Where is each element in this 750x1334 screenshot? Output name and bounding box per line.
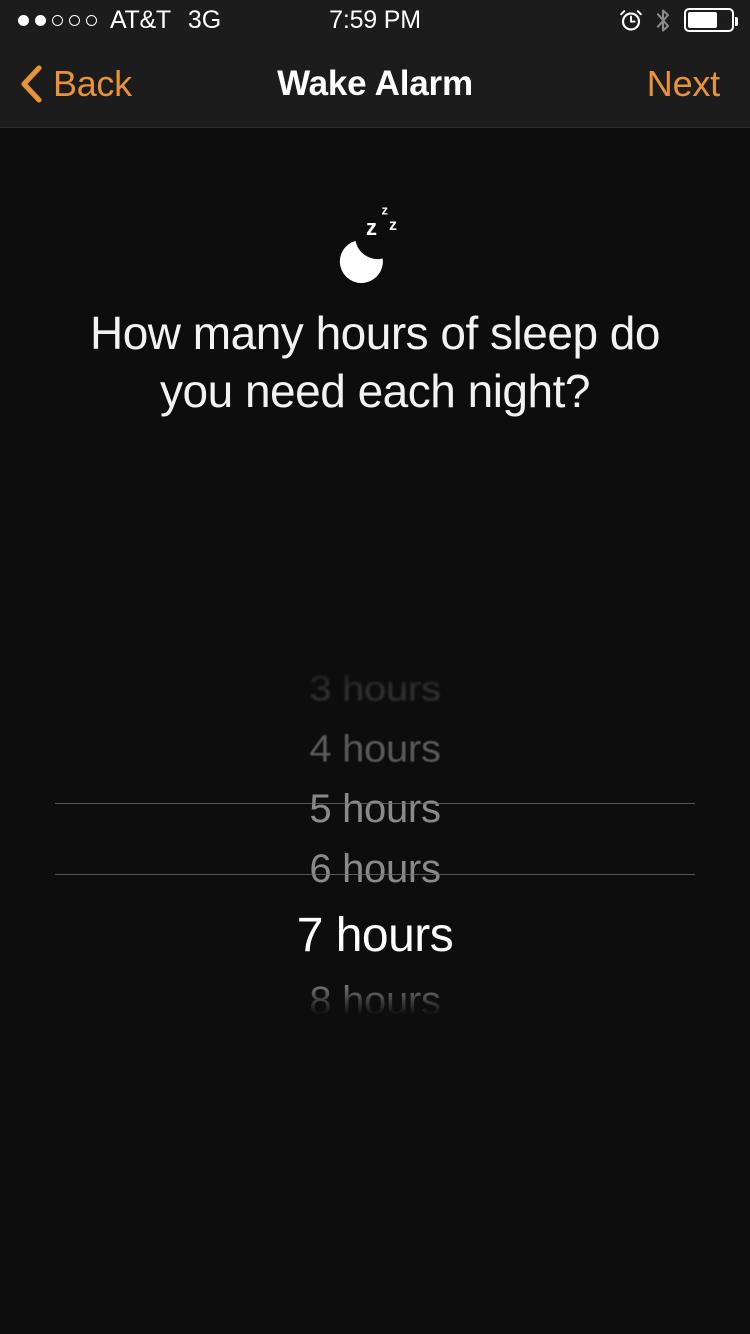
main-content: z z z How many hours of sleep do you nee… (0, 129, 750, 1334)
picker-option[interactable]: 4 hours (0, 721, 750, 778)
page-title: Wake Alarm (277, 64, 473, 103)
sleep-hours-picker[interactable]: 3 hours 4 hours 5 hours 6 hours 7 hours … (0, 645, 750, 1025)
battery-icon (684, 8, 738, 32)
sleep-icon-container: z z z (0, 201, 750, 283)
picker-option-list[interactable]: 3 hours 4 hours 5 hours 6 hours 7 hours … (0, 659, 750, 1025)
svg-text:z: z (366, 215, 377, 240)
picker-option[interactable]: 3 hours (0, 663, 750, 716)
svg-text:z: z (389, 217, 397, 234)
next-button[interactable]: Next (641, 40, 726, 128)
navigation-bar: Back Wake Alarm Next (0, 40, 750, 128)
bluetooth-icon (656, 8, 670, 32)
picker-option[interactable]: 6 hours (0, 839, 750, 899)
status-bar-right (620, 8, 738, 33)
picker-selection-line-bottom (55, 874, 695, 875)
battery-level-fill (688, 12, 717, 28)
question-heading: How many hours of sleep do you need each… (90, 307, 660, 417)
picker-option[interactable]: 5 hours (0, 779, 750, 839)
moon-zzz-sleep-icon: z z z (339, 203, 397, 283)
status-bar: AT&T 3G 7:59 PM (0, 0, 750, 40)
svg-text:z: z (382, 203, 389, 218)
picker-option-selected[interactable]: 7 hours (0, 899, 750, 971)
alarm-clock-icon (620, 10, 642, 31)
picker-selection-line-top (55, 803, 695, 804)
app-screen: AT&T 3G 7:59 PM Back Wake Alarm Next z z… (0, 0, 750, 1334)
picker-option[interactable]: 8 hours (0, 971, 750, 1025)
